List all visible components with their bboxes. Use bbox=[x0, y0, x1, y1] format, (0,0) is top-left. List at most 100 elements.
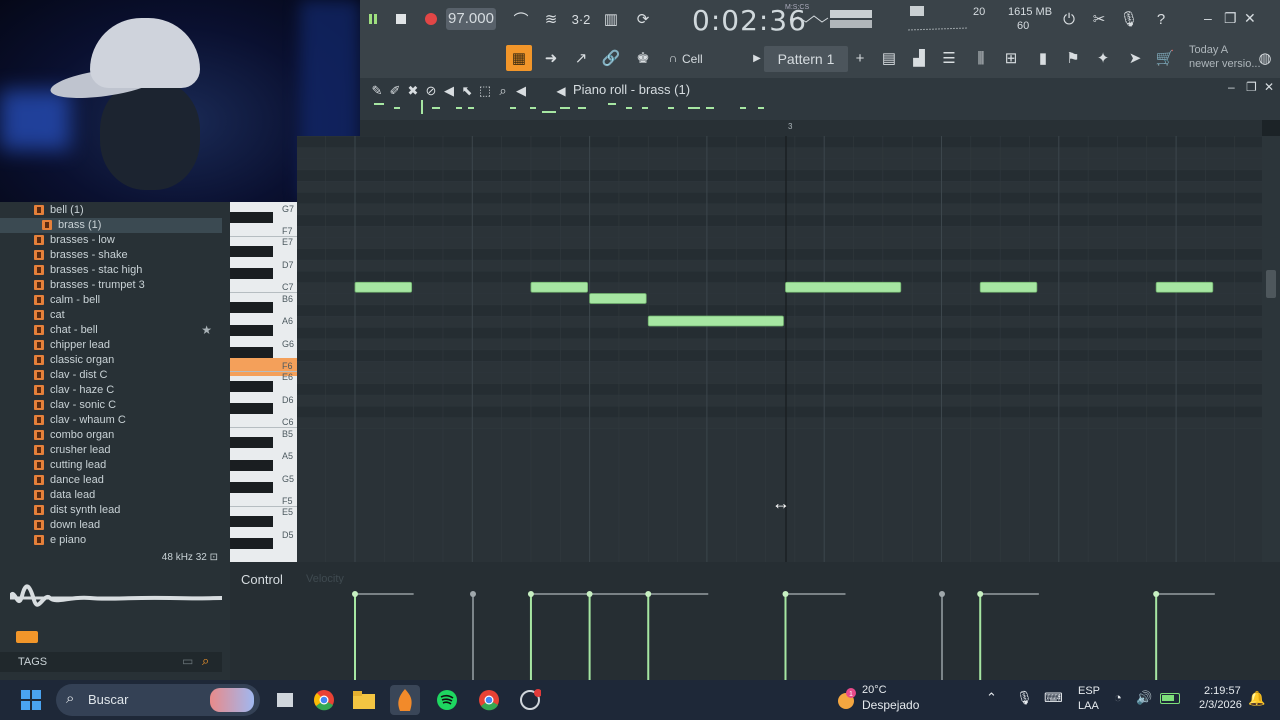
playlist-icon[interactable]: ▤ bbox=[876, 45, 902, 71]
black-key[interactable] bbox=[230, 459, 273, 471]
play-sample-button[interactable] bbox=[16, 631, 38, 643]
metronome-icon[interactable]: ⌒ bbox=[508, 6, 534, 32]
windows-icon[interactable] bbox=[16, 685, 46, 715]
folder-icon[interactable]: ⊡ bbox=[210, 552, 218, 563]
black-key[interactable] bbox=[230, 437, 273, 449]
note[interactable] bbox=[354, 281, 413, 293]
step-seq-icon[interactable]: ☰ bbox=[936, 45, 962, 71]
keyboard-icon[interactable]: ⌨ bbox=[1044, 690, 1063, 706]
minimize-icon[interactable]: – bbox=[1204, 10, 1212, 26]
chevron-up-icon[interactable]: ⌃ bbox=[986, 690, 997, 706]
cart-icon[interactable]: 🛒 bbox=[1152, 45, 1178, 71]
spotify-icon[interactable] bbox=[432, 685, 462, 715]
piano-roll-icon[interactable]: ▦ bbox=[506, 45, 532, 71]
speaker-icon[interactable]: 🔊 bbox=[1136, 690, 1152, 706]
piano-roll-title[interactable]: Piano roll - brass (1) bbox=[573, 82, 690, 97]
wait-icon[interactable]: ≋ bbox=[538, 6, 564, 32]
arrow-icon[interactable]: ➜ bbox=[538, 45, 564, 71]
tools-icon[interactable]: ✂ bbox=[1086, 6, 1112, 32]
note[interactable] bbox=[647, 315, 784, 327]
taskbar-date[interactable]: 2/3/2026 bbox=[1199, 699, 1242, 711]
browser-item[interactable]: clav - dist C bbox=[0, 368, 222, 383]
browser-item[interactable]: calm - bell bbox=[0, 293, 222, 308]
news-line2[interactable]: newer versio... bbox=[1189, 58, 1261, 70]
black-key[interactable] bbox=[230, 212, 273, 224]
browser-icon[interactable]: ⊞ bbox=[998, 45, 1024, 71]
browser-item[interactable]: brass (1) bbox=[0, 218, 222, 233]
browser-item[interactable]: classic organ bbox=[0, 353, 222, 368]
wifi-icon[interactable]: ◔ bbox=[1114, 690, 1122, 705]
chrome-icon[interactable] bbox=[309, 685, 339, 715]
snap-selector[interactable]: Cell bbox=[682, 52, 703, 66]
channel-rack-icon[interactable]: ▟ bbox=[906, 45, 932, 71]
taskbar-search[interactable]: ⌕ Buscar bbox=[56, 684, 260, 716]
black-key[interactable] bbox=[230, 324, 273, 336]
note[interactable] bbox=[530, 281, 588, 293]
microphone-icon[interactable]: 🎙 bbox=[1016, 690, 1033, 706]
black-key[interactable] bbox=[230, 380, 273, 392]
loop-record-icon[interactable]: ⟳ bbox=[630, 6, 656, 32]
tempo-display[interactable]: 97.000 bbox=[446, 8, 496, 30]
browser-item[interactable]: brasses - trumpet 3 bbox=[0, 278, 222, 293]
control-label[interactable]: Control bbox=[241, 572, 283, 587]
globe-icon[interactable]: ◍ bbox=[1252, 45, 1278, 71]
link-icon[interactable]: 🔗 bbox=[598, 45, 624, 71]
pattern-selector[interactable]: Pattern 1 bbox=[764, 46, 848, 72]
black-key[interactable] bbox=[230, 268, 273, 280]
folder-icon[interactable] bbox=[349, 685, 379, 715]
microphone-icon[interactable]: 🎙 bbox=[1116, 6, 1142, 32]
stop-icon[interactable] bbox=[388, 6, 414, 32]
browser-item[interactable]: clav - haze C bbox=[0, 383, 222, 398]
black-key[interactable] bbox=[230, 538, 273, 550]
plugin-icon[interactable]: ⚑ bbox=[1060, 45, 1086, 71]
waveform-preview[interactable] bbox=[10, 582, 222, 614]
browser-item[interactable]: chat - bell ★ bbox=[0, 323, 222, 338]
notification-icon[interactable]: 🔔 bbox=[1248, 690, 1265, 707]
pr-maximize-icon[interactable]: ❐ bbox=[1246, 80, 1257, 94]
maximize-icon[interactable]: ❐ bbox=[1224, 10, 1237, 27]
vertical-scrollbar[interactable] bbox=[1262, 136, 1280, 562]
help-icon[interactable]: ? bbox=[1148, 6, 1174, 32]
task-view-icon[interactable] bbox=[270, 685, 300, 715]
browser-item[interactable]: bell (1) bbox=[0, 203, 222, 218]
note[interactable] bbox=[979, 281, 1038, 293]
browser-item[interactable]: dist synth lead bbox=[0, 503, 222, 518]
piano-keyboard[interactable]: G7 F7 E7 D7 C7 B6 A6 G6 F6 E6 D6 C6 B5 A5 G5 F5 E5 D5 bbox=[230, 202, 297, 562]
black-key[interactable] bbox=[230, 302, 273, 314]
browser-item[interactable]: dance lead bbox=[0, 473, 222, 488]
browser-item[interactable]: clav - sonic C bbox=[0, 398, 222, 413]
note[interactable] bbox=[589, 293, 647, 304]
layout-code[interactable]: LAA bbox=[1078, 700, 1099, 712]
browser-item[interactable]: combo organ bbox=[0, 428, 222, 443]
black-key[interactable] bbox=[230, 245, 273, 257]
black-key[interactable] bbox=[230, 515, 273, 527]
browser-item[interactable]: chipper lead bbox=[0, 338, 222, 353]
curve-icon[interactable]: ↗ bbox=[568, 45, 594, 71]
browser-item[interactable]: brasses - low bbox=[0, 233, 222, 248]
note-grid[interactable]: ↔ bbox=[297, 136, 1262, 562]
countdown-icon[interactable]: 3·2 bbox=[568, 6, 594, 32]
obs-icon[interactable] bbox=[515, 685, 545, 715]
file-icon[interactable]: ▮ bbox=[1030, 45, 1056, 71]
black-key[interactable] bbox=[230, 347, 273, 359]
weather-icon[interactable]: 1 bbox=[836, 688, 856, 710]
stamp-icon[interactable]: ♚ bbox=[630, 45, 656, 71]
star-icon[interactable]: ★ bbox=[201, 323, 212, 337]
performance-icon[interactable]: ✦ bbox=[1090, 45, 1116, 71]
browser-item[interactable]: brasses - stac high bbox=[0, 263, 222, 278]
browser-item[interactable]: down lead bbox=[0, 518, 222, 533]
fl-studio-icon[interactable] bbox=[390, 685, 420, 715]
record-icon[interactable] bbox=[418, 6, 444, 32]
black-key[interactable] bbox=[230, 403, 273, 415]
browser-item[interactable]: e piano bbox=[0, 533, 222, 548]
refresh-icon[interactable]: ⏻ bbox=[1056, 6, 1082, 32]
browser-item[interactable]: data lead bbox=[0, 488, 222, 503]
timeline-ruler[interactable]: 3 bbox=[360, 120, 1262, 136]
pr-close-icon[interactable]: ✕ bbox=[1264, 80, 1274, 94]
step-edit-icon[interactable]: ▥ bbox=[598, 6, 624, 32]
browser-item[interactable]: cat bbox=[0, 308, 222, 323]
browser-item[interactable]: cutting lead bbox=[0, 458, 222, 473]
note[interactable] bbox=[785, 281, 902, 293]
black-key[interactable] bbox=[230, 482, 273, 494]
tag-folder-icon[interactable]: ▭ bbox=[182, 654, 193, 668]
